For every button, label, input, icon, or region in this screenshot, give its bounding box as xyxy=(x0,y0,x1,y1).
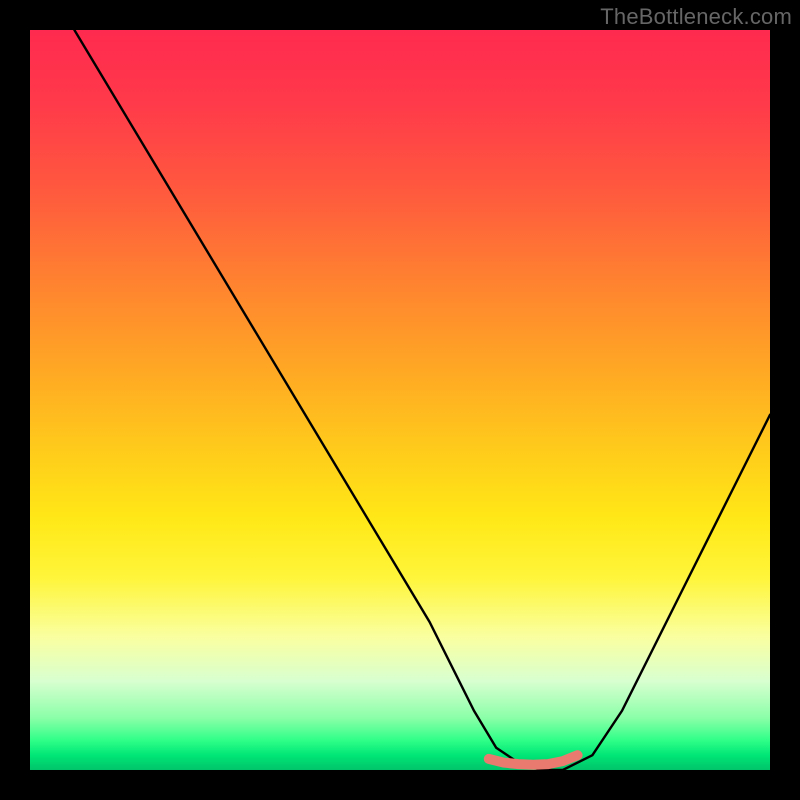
watermark-text: TheBottleneck.com xyxy=(600,4,792,30)
bottleneck-curve xyxy=(74,30,770,770)
chart-svg xyxy=(30,30,770,770)
chart-frame: TheBottleneck.com xyxy=(0,0,800,800)
optimal-range-marker xyxy=(489,755,578,765)
plot-area xyxy=(30,30,770,770)
